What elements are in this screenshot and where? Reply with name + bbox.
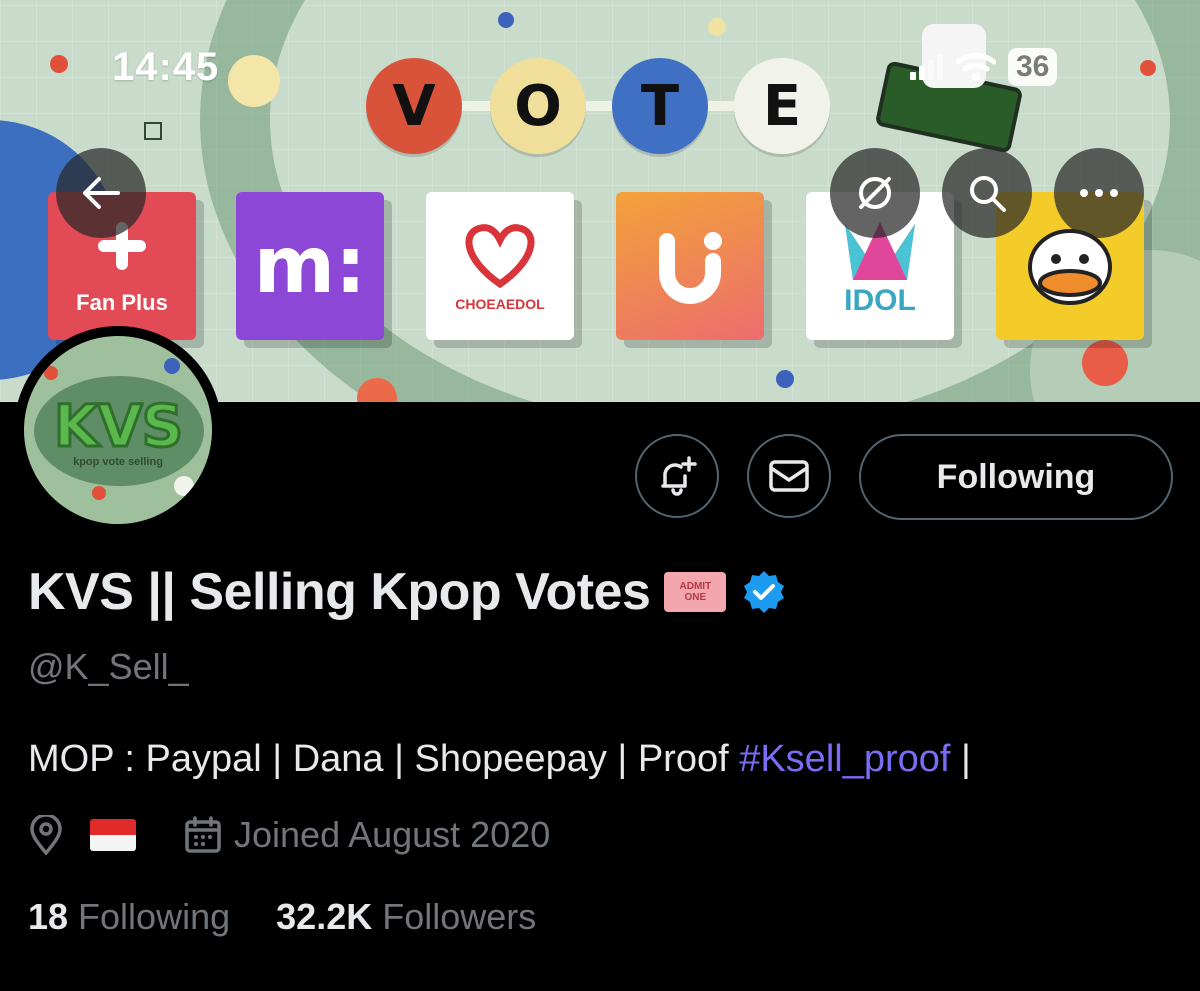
- app-tile-label: IDOL: [844, 284, 916, 317]
- avatar-dot: [164, 358, 180, 374]
- search-button[interactable]: [942, 148, 1032, 238]
- wifi-icon: [956, 53, 996, 81]
- vote-letter-v: V: [366, 58, 462, 154]
- ticket-line-1: ADMIT: [679, 581, 712, 592]
- app-tile-label: m:: [253, 221, 367, 311]
- bio: MOP : Paypal | Dana | Shopeepay | Proof …: [28, 738, 971, 781]
- status-time: 14:45: [112, 45, 220, 89]
- u-logo-icon: [659, 232, 722, 304]
- app-tile-label: Fan Plus: [76, 290, 168, 315]
- more-icon: [1080, 189, 1118, 197]
- avatar-dot: [92, 486, 106, 500]
- following-stat[interactable]: 18 Following: [28, 896, 230, 937]
- banner-dot: [1082, 340, 1128, 386]
- more-button[interactable]: [1054, 148, 1144, 238]
- followers-count: 32.2K: [276, 896, 373, 937]
- app-tile-u: [616, 192, 764, 340]
- verified-badge-icon[interactable]: [740, 568, 788, 616]
- avatar-subtext: kpop vote selling: [73, 456, 163, 468]
- avatar-dot: [174, 476, 194, 496]
- translate-off-icon: [859, 177, 891, 209]
- bio-suffix: |: [950, 738, 971, 780]
- ticket-emoji-icon: ADMIT ONE: [664, 572, 727, 612]
- bell-plus-icon: [661, 456, 697, 496]
- following-label: Following: [68, 896, 231, 937]
- banner-dot: [498, 12, 514, 28]
- banner-dot: [776, 370, 794, 388]
- followers-label: Followers: [372, 896, 537, 937]
- bio-text: MOP : Paypal | Dana | Shopeepay | Proof: [28, 738, 740, 780]
- translate-button[interactable]: [830, 148, 920, 238]
- app-tile-choeaedol: CHOEAEDOL: [426, 192, 574, 340]
- back-arrow-icon: [83, 177, 120, 209]
- ticket-line-2: ONE: [684, 592, 707, 603]
- banner-dot: [1140, 60, 1156, 76]
- banner-dot: [708, 18, 726, 36]
- vote-letter-o: O: [490, 58, 586, 154]
- following-count: 18: [28, 896, 69, 937]
- calendar-icon: [185, 816, 221, 853]
- envelope-icon: [769, 460, 809, 492]
- display-name: KVS || Selling Kpop Votes: [28, 563, 651, 621]
- location-pin-icon: [30, 815, 62, 855]
- avatar-image: KVS kpop vote selling: [24, 336, 212, 524]
- back-button[interactable]: [56, 148, 146, 238]
- indonesia-flag-icon: [90, 819, 136, 851]
- avatar[interactable]: KVS kpop vote selling: [14, 326, 222, 534]
- banner-dot: [50, 55, 68, 73]
- banner-dot: [228, 55, 280, 107]
- notify-button[interactable]: [635, 434, 719, 518]
- followers-stat[interactable]: 32.2K Followers: [276, 896, 536, 937]
- heart-logo-icon: [465, 224, 535, 289]
- signal-icon: [910, 54, 943, 80]
- avatar-dot: [44, 366, 58, 380]
- bio-hashtag-link[interactable]: #Ksell_proof: [739, 738, 950, 780]
- joined-date: Joined August 2020: [234, 814, 551, 855]
- search-icon: [970, 176, 1006, 212]
- following-button[interactable]: Following: [859, 434, 1173, 520]
- app-tile-label: CHOEAEDOL: [455, 296, 545, 312]
- avatar-logo-text: KVS: [52, 391, 185, 462]
- battery-indicator: 36: [1008, 48, 1058, 86]
- vote-letter-e: E: [734, 58, 830, 154]
- status-indicators: 36: [910, 48, 1058, 86]
- profile-meta: Joined August 2020: [28, 814, 550, 856]
- follow-stats: 18 Following 32.2K Followers: [28, 896, 536, 938]
- app-tile-mubeat: m:: [236, 192, 384, 340]
- profile-banner: V O T E Fan Plus m: CHOEAEDOL IDOL 14:45…: [0, 0, 1200, 402]
- checkbox-doodle-icon: [144, 122, 162, 140]
- message-button[interactable]: [747, 434, 831, 518]
- vote-letter-t: T: [612, 58, 708, 154]
- display-name-row: KVS || Selling Kpop Votes ADMIT ONE: [28, 562, 788, 622]
- user-handle: @K_Sell_: [28, 646, 189, 687]
